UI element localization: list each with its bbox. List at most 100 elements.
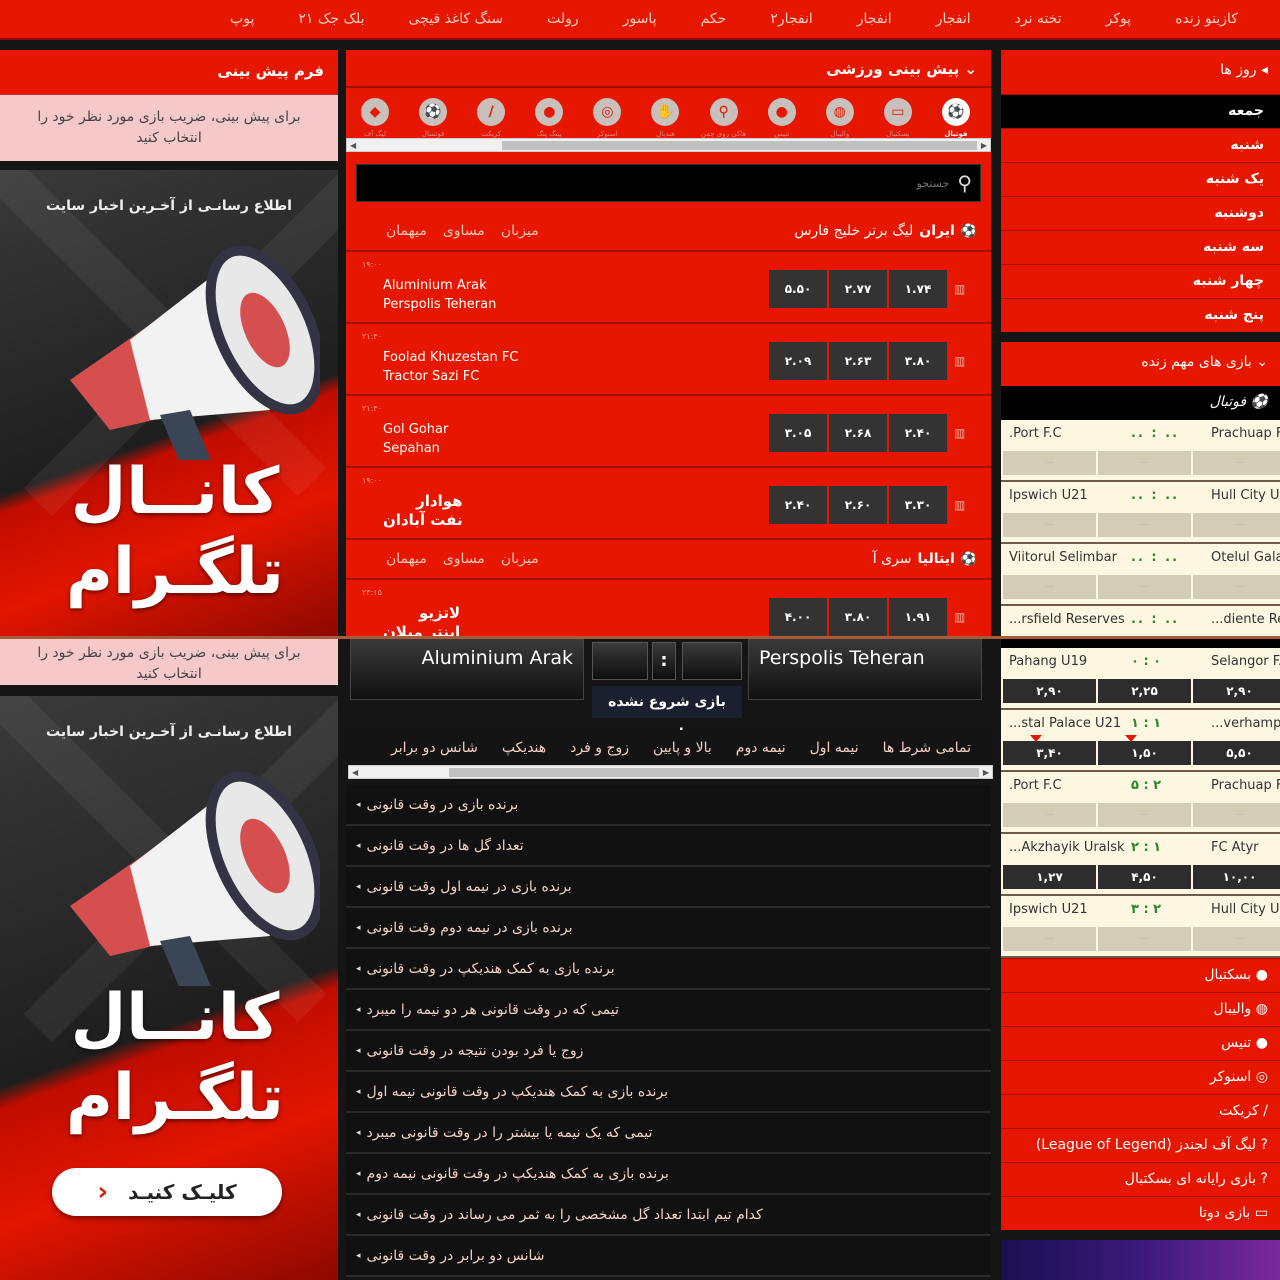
scroll-right-icon[interactable]: ▶ xyxy=(983,768,989,777)
market-row[interactable]: شانس دو برابر در وقت قانونی ◂ xyxy=(346,1236,991,1277)
search-icon[interactable]: ⚲ xyxy=(957,171,972,195)
match-teams[interactable]: Gol Gohar Sepahan xyxy=(383,420,448,458)
market-row[interactable]: برنده بازی در نیمه اول وقت قانونی ◂ xyxy=(346,867,991,908)
nav-item[interactable]: رولت xyxy=(525,11,601,27)
live-odd-button[interactable]: — xyxy=(1003,575,1096,599)
live-match[interactable]: ...rsfield Reserves .. : .. ...diente Rese… xyxy=(1001,606,1280,638)
sport-tab[interactable]: ⚽ فوتسال xyxy=(404,98,462,138)
nav-item[interactable]: انفجار xyxy=(835,11,914,27)
section-header[interactable]: ⌄ پیش بینی ورزشی xyxy=(346,50,991,88)
market-row[interactable]: تیمی که در وقت قانونی هر دو نیمه را میبر… xyxy=(346,990,991,1031)
stats-chart-icon[interactable]: ▥ xyxy=(954,282,965,296)
nav-item[interactable]: انفجار xyxy=(914,11,993,27)
odd-button[interactable]: ۲.۷۷ xyxy=(829,270,887,308)
stats-chart-icon[interactable]: ▥ xyxy=(954,354,965,368)
sport-tab[interactable]: ◆ لیگ آف xyxy=(346,98,404,138)
nav-item[interactable]: حکم xyxy=(679,11,749,27)
nav-item[interactable]: سنگ کاغذ قیچی xyxy=(387,11,526,27)
nav-item[interactable]: تخته نرد xyxy=(993,11,1084,27)
match-teams[interactable]: Aluminium Arak Perspolis Teheran xyxy=(383,276,496,314)
match-teams[interactable]: لاتزیو اینتر میلان xyxy=(383,604,460,638)
odd-button[interactable]: ۲.۴۰ xyxy=(889,414,947,452)
market-row[interactable]: برنده بازی به کمک هندیکپ در وقت قانونی ◂ xyxy=(346,949,991,990)
odd-button[interactable]: ۲.۶۸ xyxy=(829,414,887,452)
odd-button[interactable]: ۲.۴۰ xyxy=(769,486,827,524)
market-row[interactable]: برنده بازی به کمک هندیکپ در وقت قانونی ن… xyxy=(346,1072,991,1113)
sport-category-item[interactable]: / کریکت xyxy=(1001,1094,1280,1128)
sport-tab[interactable]: ● تنیس xyxy=(753,98,811,138)
live-match[interactable]: Viitorul Selimbar .. : .. Otelul Gala — — — xyxy=(1001,544,1280,606)
odd-button[interactable]: ۳.۸۰ xyxy=(829,598,887,636)
sport-tab[interactable]: ⚲ هاکی روی چمن xyxy=(695,98,753,138)
live-odd-button[interactable]: — xyxy=(1098,803,1191,827)
live-match[interactable]: Ipswich U21 .. : .. Hull City U — — — xyxy=(1001,482,1280,544)
day-item[interactable]: چهار شنبه xyxy=(1001,264,1280,298)
sport-tab[interactable]: ◍ والیبال xyxy=(811,98,869,138)
live-odd-button[interactable]: ۱,۵۰ xyxy=(1098,735,1191,765)
market-row[interactable]: برنده بازی در وقت قانونی ◂ xyxy=(346,785,991,826)
live-odd-button[interactable]: — xyxy=(1193,513,1280,537)
live-odd-button[interactable]: — xyxy=(1098,927,1191,951)
odd-button[interactable]: ۱.۹۱ xyxy=(889,598,947,636)
nav-item[interactable]: پاسور xyxy=(601,11,679,27)
sport-tab[interactable]: ● پینگ پنگ xyxy=(520,98,578,138)
scroll-right-icon[interactable]: ▶ xyxy=(981,141,987,150)
odd-button[interactable]: ۱.۷۴ xyxy=(889,270,947,308)
live-odd-button[interactable]: — xyxy=(1098,513,1191,537)
match-teams[interactable]: هوادار نفت آبادان xyxy=(383,492,463,530)
live-odd-button[interactable]: ۲,۹۰ xyxy=(1003,679,1096,703)
bet-type-tab[interactable]: هندیکپ xyxy=(490,740,558,756)
sport-category-item[interactable]: ◎ اسنوکر xyxy=(1001,1060,1280,1094)
sport-tab[interactable]: / کریکت xyxy=(462,98,520,138)
odd-button[interactable]: ۴.۰۰ xyxy=(769,598,827,636)
sport-tab[interactable]: ▭ بسکتبال xyxy=(869,98,927,138)
stats-chart-icon[interactable]: ▥ xyxy=(954,426,965,440)
sport-tab[interactable]: ◎ اسنوکر xyxy=(578,98,636,138)
live-odd-button[interactable]: — xyxy=(1193,803,1280,827)
live-odd-button[interactable]: ۲,۹۰ xyxy=(1193,679,1280,703)
live-match[interactable]: .Port F.C ۵ : ۲ Prachuap F — — — xyxy=(1001,772,1280,834)
bet-tabs-scrollbar[interactable]: ◀ ▶ xyxy=(348,765,993,779)
live-match[interactable]: Pahang U19 ۰ : ۰ Selangor FA U ۲,۹۰ ۲,۲۵ ۲,۹۰ xyxy=(1001,648,1280,710)
odd-button[interactable]: ۳.۸۰ xyxy=(889,342,947,380)
odd-button[interactable]: ۲.۶۳ xyxy=(829,342,887,380)
day-item[interactable]: یک شنبه xyxy=(1001,162,1280,196)
league-name[interactable]: لیگ برتر خلیج فارس ایران ⚽ xyxy=(794,223,977,239)
odd-button[interactable]: ۲.۶۰ xyxy=(829,486,887,524)
live-games-header[interactable]: ⌄ بازی های مهم زنده xyxy=(1001,342,1280,386)
telegram-ad-banner[interactable]: اطلاع رسانـی از آخـرین اخبار سایت کانــا… xyxy=(0,696,338,1280)
day-item[interactable]: جمعه xyxy=(1001,94,1280,128)
nav-item[interactable]: بلک جک ۲۱ xyxy=(276,11,386,27)
scroll-thumb[interactable] xyxy=(502,141,977,150)
live-odd-button[interactable]: ۱,۲۷ xyxy=(1003,865,1096,889)
live-odd-button[interactable]: — xyxy=(1003,513,1096,537)
market-row[interactable]: تعداد گل ها در وقت قانونی ◂ xyxy=(346,826,991,867)
market-row[interactable]: زوج یا فرد بودن نتیجه در وقت قانونی ◂ xyxy=(346,1031,991,1072)
live-odd-button[interactable]: — xyxy=(1003,803,1096,827)
bet-type-tab[interactable]: نیمه اول xyxy=(798,740,871,756)
telegram-ad-banner[interactable]: اطلاع رسانـی از آخـرین اخبار سایت کانــا… xyxy=(0,170,338,638)
bet-type-tab[interactable]: شانس دو برابر xyxy=(379,740,490,756)
day-item[interactable]: پنج شنبه xyxy=(1001,298,1280,332)
football-category[interactable]: ⚽ فوتبال xyxy=(1001,386,1280,420)
live-odd-button[interactable]: ۵,۵۰ xyxy=(1193,741,1280,765)
sport-category-item[interactable]: ● تنیس xyxy=(1001,1026,1280,1060)
live-odd-button[interactable]: — xyxy=(1098,575,1191,599)
stats-chart-icon[interactable]: ▥ xyxy=(954,498,965,512)
odd-button[interactable]: ۵.۵۰ xyxy=(769,270,827,308)
odd-button[interactable]: ۳.۰۵ xyxy=(769,414,827,452)
days-header[interactable]: ◂ روز ها xyxy=(1001,50,1280,94)
live-odd-button[interactable]: — xyxy=(1193,575,1280,599)
sport-category-item[interactable]: ● بسکتبال xyxy=(1001,958,1280,992)
sport-category-item[interactable]: ◍ والیبال xyxy=(1001,992,1280,1026)
click-here-button[interactable]: کلیـک کنیـد ‹ xyxy=(52,1168,282,1216)
day-item[interactable]: سه شنبه xyxy=(1001,230,1280,264)
scroll-left-icon[interactable]: ◀ xyxy=(350,141,356,150)
search-input[interactable] xyxy=(369,176,950,190)
live-odd-button[interactable]: ۴,۵۰ xyxy=(1098,865,1191,889)
market-row[interactable]: کدام تیم ابتدا تعداد گل مشخصی را به ثمر … xyxy=(346,1195,991,1236)
stats-chart-icon[interactable]: ▥ xyxy=(954,610,965,624)
bet-type-tab[interactable]: تمامی شرط ها xyxy=(871,740,983,756)
market-row[interactable]: تیمی که یک نیمه یا بیشتر را در وقت قانون… xyxy=(346,1113,991,1154)
match-teams[interactable]: Foolad Khuzestan FC Tractor Sazi FC xyxy=(383,348,518,386)
